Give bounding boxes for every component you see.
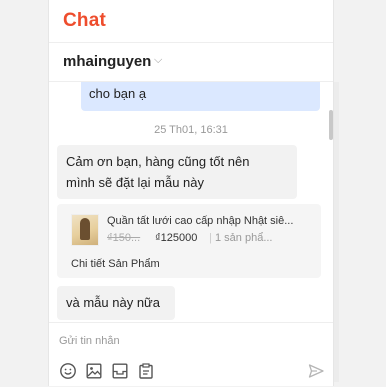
chat-header: Chat [49,0,333,43]
message-text: và mẫu này nữa [66,295,160,310]
product-old-price: ₫150... [107,232,141,244]
username[interactable]: mhainguyen [63,53,151,70]
product-icon[interactable] [111,362,129,380]
message-list: cho bạn ạ 25 Th01, 16:31 Cảm ơn bạn, hàn… [49,82,333,320]
message-scrollbar-thumb[interactable] [329,110,333,140]
product-price: ₫125000 [155,232,198,244]
message-input[interactable] [59,332,279,350]
price-separator: | [209,232,212,244]
chat-title: Chat [63,10,107,31]
conversation-user-selector[interactable]: mhainguyen ⌵ [49,43,333,82]
message-text: cho bạn ạ [89,86,147,101]
message-composer [49,322,333,387]
emoji-icon[interactable] [59,362,77,380]
send-icon[interactable] [307,362,325,380]
message-text-line-1: Cảm ơn bạn, hàng cũng tốt nên [66,154,250,169]
image-icon[interactable] [85,362,103,380]
product-thumbnail[interactable] [71,214,99,246]
incoming-message: và mẫu này nữa [57,286,175,320]
product-detail-link[interactable]: Chi tiết Sản Phẩm [71,258,160,270]
message-text-line-2: mình sẽ đặt lại mẫu này [66,175,205,190]
product-name[interactable]: Quần tất lưới cao cấp nhập Nhật siê... [107,215,317,227]
message-timestamp: 25 Th01, 16:31 [154,124,228,136]
chevron-down-icon[interactable]: ⌵ [154,54,162,67]
product-quantity: 1 sản phẩ... [215,232,273,244]
chat-panel: Chat mhainguyen ⌵ cho bạn ạ 25 Th01, 16:… [48,0,334,386]
incoming-message: Cảm ơn bạn, hàng cũng tốt nên mình sẽ đặ… [57,145,297,199]
order-icon[interactable] [137,362,155,380]
product-card[interactable]: Quần tất lưới cao cấp nhập Nhật siê... ₫… [57,204,321,278]
product-thumbnail-figure [80,218,90,240]
outgoing-message: cho bạn ạ [81,82,320,111]
